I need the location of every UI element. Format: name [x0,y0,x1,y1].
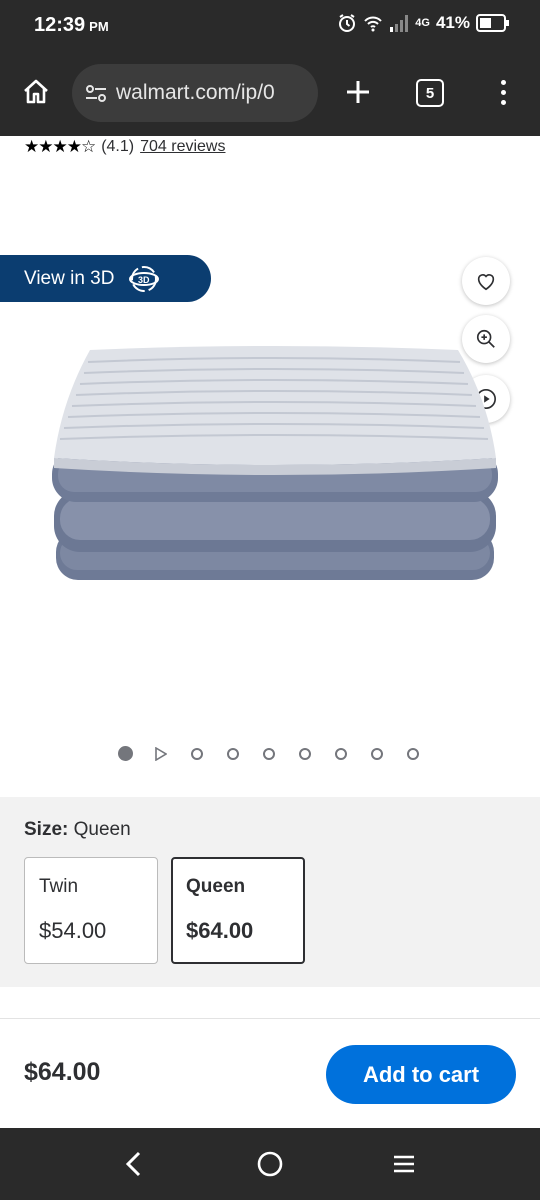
size-option-name: Queen [186,876,246,897]
status-bar: 12:39 PM 4G 41% [0,0,540,52]
add-to-cart-button[interactable]: Add to cart [326,1045,516,1104]
size-option-twin[interactable]: Twin $54.00 [24,857,158,964]
carousel-dot[interactable] [118,746,133,761]
sticky-price: $64.00 [24,1058,101,1086]
rating-row: ★★★★☆ (4.1) 704 reviews [24,136,225,158]
favorite-button[interactable] [462,257,510,305]
heart-icon [477,274,495,291]
size-option-price: $54.00 [39,918,107,943]
battery-icon [476,14,509,32]
system-nav-bar [0,1128,540,1200]
wifi-icon [364,16,383,32]
network-type: 4G [415,17,430,29]
size-option-queen[interactable]: Queen $64.00 [171,857,305,964]
carousel-dot[interactable] [407,747,419,760]
view-in-3d-button[interactable]: View in 3D 3D [0,255,211,302]
tabs-button[interactable]: 5 [416,79,444,107]
image-carousel-dots [118,746,443,761]
carousel-dot[interactable] [263,747,275,760]
carousel-dot[interactable] [371,747,383,760]
size-option-name: Twin [39,876,79,897]
carousel-dot[interactable] [299,747,311,760]
star-rating: ★★★★☆ [24,137,96,156]
size-selected-value: Queen [73,819,131,840]
status-icons: 4G 41% [337,13,510,33]
carousel-dot[interactable] [335,747,347,760]
size-selector: Size: Queen Twin $54.00 Queen $64.00 [0,797,540,987]
new-tab-button[interactable] [338,72,378,112]
site-settings-icon[interactable] [84,81,108,105]
carousel-dot[interactable] [227,747,239,760]
battery-percent: 41% [435,13,470,32]
browser-toolbar: walmart.com/ip/0 5 [0,52,540,136]
home-circle-icon [257,1151,283,1177]
signal-icon [390,15,409,32]
more-vert-icon[interactable] [488,72,518,112]
recents-button[interactable] [386,1146,422,1182]
plus-icon [347,81,369,103]
back-button[interactable] [116,1146,152,1182]
size-option-price: $64.00 [186,918,254,943]
address-bar[interactable]: walmart.com/ip/0 [72,64,318,122]
home-button[interactable] [16,72,56,112]
reviews-link[interactable]: 704 reviews [140,138,225,156]
carousel-dot[interactable] [191,747,203,760]
alarm-icon [339,14,356,32]
home-icon [24,79,48,104]
3d-rotate-icon: 3D [129,265,160,292]
divider [0,1018,540,1019]
view-in-3d-label: View in 3D [24,267,115,289]
carousel-video-dot[interactable] [155,746,167,761]
product-image [52,346,498,580]
status-time: 12:39 PM [34,14,109,36]
back-icon [125,1151,141,1177]
url-text: walmart.com/ip/0 [116,81,275,104]
recents-icon [394,1155,414,1173]
home-nav-button[interactable] [252,1146,288,1182]
size-label: Size: Queen [24,819,131,840]
svg-text:3D: 3D [138,275,150,285]
rating-value: (4.1) [101,138,135,155]
